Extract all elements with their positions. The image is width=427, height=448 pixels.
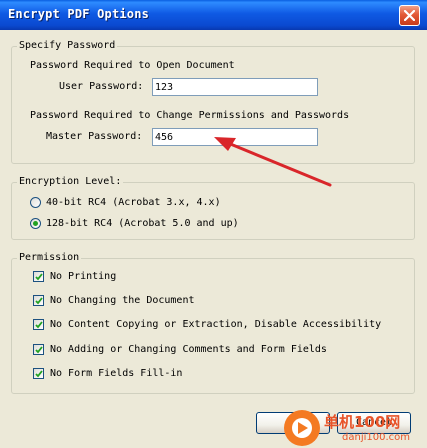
title-bar: Encrypt PDF Options bbox=[0, 0, 427, 30]
user-password-input[interactable] bbox=[152, 78, 318, 96]
checkbox-no-changing-label[interactable]: No Changing the Document bbox=[50, 295, 195, 307]
watermark-url: danji100.com bbox=[342, 432, 410, 443]
watermark: 单机100网 danji100.com bbox=[282, 407, 427, 448]
checkbox-no-printing-label[interactable]: No Printing bbox=[50, 271, 116, 283]
specify-password-legend: Specify Password bbox=[17, 40, 118, 52]
checkbox-no-copying-label[interactable]: No Content Copying or Extraction, Disabl… bbox=[50, 319, 381, 331]
checkbox-no-copying[interactable] bbox=[33, 319, 44, 330]
checkmark-icon bbox=[35, 370, 43, 378]
window-title: Encrypt PDF Options bbox=[8, 7, 150, 21]
checkmark-icon bbox=[35, 321, 43, 329]
checkmark-icon bbox=[35, 297, 43, 305]
checkbox-no-fill-in-label[interactable]: No Form Fields Fill-in bbox=[50, 368, 182, 380]
change-permissions-heading: Password Required to Change Permissions … bbox=[30, 110, 350, 121]
close-icon bbox=[404, 10, 415, 21]
radio-128bit[interactable] bbox=[30, 218, 41, 229]
checkmark-icon bbox=[35, 273, 43, 281]
encryption-level-legend: Encryption Level: bbox=[17, 176, 124, 188]
close-button[interactable] bbox=[399, 5, 420, 26]
checkmark-icon bbox=[35, 346, 43, 354]
radio-40bit[interactable] bbox=[30, 197, 41, 208]
permission-legend: Permission bbox=[17, 252, 82, 264]
master-password-input[interactable] bbox=[152, 128, 318, 146]
watermark-text: 单机100网 bbox=[324, 413, 401, 431]
checkbox-no-comments[interactable] bbox=[33, 344, 44, 355]
radio-40bit-label[interactable]: 40-bit RC4 (Acrobat 3.x, 4.x) bbox=[46, 197, 221, 209]
radio-128bit-label[interactable]: 128-bit RC4 (Acrobat 5.0 and up) bbox=[46, 218, 239, 230]
checkbox-no-changing[interactable] bbox=[33, 295, 44, 306]
checkbox-no-printing[interactable] bbox=[33, 271, 44, 282]
checkbox-no-comments-label[interactable]: No Adding or Changing Comments and Form … bbox=[50, 344, 327, 356]
watermark-logo-icon bbox=[284, 410, 320, 446]
checkbox-no-fill-in[interactable] bbox=[33, 368, 44, 379]
master-password-label: Master Password: bbox=[46, 131, 143, 142]
open-document-heading: Password Required to Open Document bbox=[30, 60, 235, 71]
user-password-label: User Password: bbox=[59, 81, 144, 92]
encryption-level-group bbox=[11, 182, 415, 240]
